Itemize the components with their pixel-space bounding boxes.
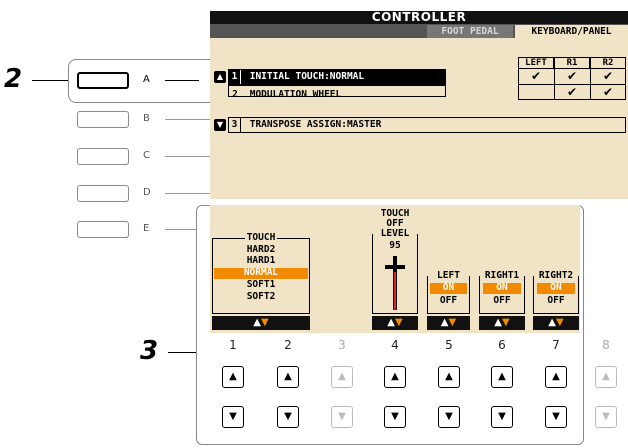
column-number-6: 6 <box>498 338 506 352</box>
key-1-down[interactable]: ▼ <box>222 406 244 428</box>
button-b-line <box>165 119 210 120</box>
button-e[interactable] <box>77 221 129 238</box>
key-2-up[interactable]: ▲ <box>277 366 299 388</box>
key-2-down[interactable]: ▼ <box>277 406 299 428</box>
column-number-8: 8 <box>602 338 610 352</box>
right2-off[interactable]: OFF <box>533 295 579 307</box>
touch-option-hard2[interactable]: HARD2 <box>212 244 310 256</box>
key-7-down[interactable]: ▼ <box>545 406 567 428</box>
check-row1-left[interactable]: ✔ <box>518 70 554 82</box>
right1-off[interactable]: OFF <box>479 295 525 307</box>
key-5-up[interactable]: ▲ <box>438 366 460 388</box>
key-8-up[interactable]: ▲ <box>595 366 617 388</box>
right1-on[interactable]: ON <box>483 282 521 294</box>
button-a-label: A <box>143 74 150 85</box>
key-7-up[interactable]: ▲ <box>545 366 567 388</box>
check-row2-r1[interactable]: ✔ <box>554 86 590 98</box>
left-title: LEFT <box>437 270 460 281</box>
column-number-5: 5 <box>445 338 453 352</box>
tab-keyboard-panel[interactable]: KEYBOARD/PANEL <box>515 25 628 38</box>
button-d-label: D <box>143 187 151 198</box>
button-c[interactable] <box>77 148 129 165</box>
button-d[interactable] <box>77 185 129 202</box>
row-index: 1 <box>229 70 241 84</box>
key-3-up[interactable]: ▲ <box>331 366 353 388</box>
left-arrow-bar[interactable]: ▲▼ <box>427 316 470 330</box>
screen-title: CONTROLLER <box>210 11 628 24</box>
right2-on[interactable]: ON <box>537 282 575 294</box>
column-number-1: 1 <box>229 338 237 352</box>
column-number-4: 4 <box>391 338 399 352</box>
lcd-screen <box>210 11 628 199</box>
tab-foot-pedal[interactable]: FOOT PEDAL <box>427 25 513 38</box>
scroll-down-icon[interactable]: ▼ <box>214 119 226 131</box>
row-index: 3 <box>229 118 241 132</box>
left-off[interactable]: OFF <box>427 295 470 307</box>
column-number-2: 2 <box>284 338 292 352</box>
touch-option-hard1[interactable]: HARD1 <box>212 255 310 267</box>
step-3-label: 3 <box>140 336 159 366</box>
row-index: 2 <box>232 89 238 97</box>
right2-arrow-bar[interactable]: ▲▼ <box>533 316 579 330</box>
right1-arrow-bar[interactable]: ▲▼ <box>479 316 525 330</box>
column-number-3: 3 <box>338 338 346 352</box>
step-2-line <box>32 80 68 81</box>
key-6-up[interactable]: ▲ <box>491 366 513 388</box>
touch-option-normal[interactable]: NORMAL <box>214 267 308 279</box>
row-label: TRANSPOSE ASSIGN:MASTER <box>249 119 382 130</box>
key-6-down[interactable]: ▼ <box>491 406 513 428</box>
check-row2-r2[interactable]: ✔ <box>590 86 626 98</box>
key-1-up[interactable]: ▲ <box>222 366 244 388</box>
level-arrow-bar[interactable]: ▲▼ <box>372 316 418 330</box>
level-slider-handle[interactable] <box>385 265 405 269</box>
touch-arrow-bar[interactable]: ▲▼ <box>212 316 310 330</box>
list-row-modulation-wheel[interactable]: 2 MODULATION WHEEL <box>228 85 446 97</box>
column-number-7: 7 <box>552 338 560 352</box>
button-a[interactable] <box>77 72 129 89</box>
key-8-down[interactable]: ▼ <box>595 406 617 428</box>
check-row1-r2[interactable]: ✔ <box>590 70 626 82</box>
touch-option-soft1[interactable]: SOFT1 <box>212 279 310 291</box>
button-c-line <box>165 156 210 157</box>
button-b[interactable] <box>77 111 129 128</box>
step-2-label: 2 <box>4 64 23 94</box>
level-slider-fill <box>394 272 396 310</box>
button-d-line <box>165 193 210 194</box>
key-4-up[interactable]: ▲ <box>384 366 406 388</box>
key-4-down[interactable]: ▼ <box>384 406 406 428</box>
button-a-line <box>165 80 199 81</box>
touch-option-soft2[interactable]: SOFT2 <box>212 291 310 303</box>
button-b-label: B <box>143 113 150 124</box>
list-row-transpose-assign[interactable]: 3 TRANSPOSE ASSIGN:MASTER <box>228 117 626 133</box>
right1-title: RIGHT1 <box>484 270 520 281</box>
right2-title: RIGHT2 <box>538 270 574 281</box>
key-5-down[interactable]: ▼ <box>438 406 460 428</box>
button-c-label: C <box>143 150 150 161</box>
left-on[interactable]: ON <box>430 282 467 294</box>
step-3-line <box>168 352 196 353</box>
touch-title: TOUCH <box>244 232 278 243</box>
check-row1-r1[interactable]: ✔ <box>554 70 590 82</box>
row-label: MODULATION WHEEL <box>249 89 342 97</box>
row-label: INITIAL TOUCH:NORMAL <box>249 71 365 82</box>
list-row-initial-touch[interactable]: 1 INITIAL TOUCH:NORMAL <box>228 69 446 85</box>
button-e-label: E <box>143 223 150 234</box>
scroll-up-icon[interactable]: ▲ <box>214 71 226 83</box>
key-3-down[interactable]: ▼ <box>331 406 353 428</box>
